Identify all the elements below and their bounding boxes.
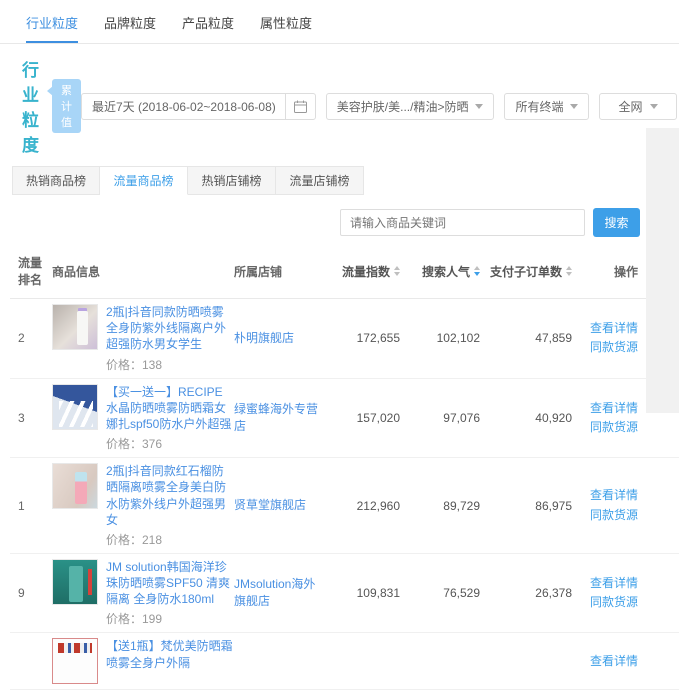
table-row: 2 2瓶|抖音同款防晒喷雾全身防紫外线隔离户外超强防水男女学生 价格：138 朴… (10, 299, 679, 379)
search-popularity-value: 102,102 (400, 331, 480, 345)
terminal-dropdown-label: 所有终端 (515, 98, 563, 115)
view-details-link[interactable]: 查看详情 (572, 319, 638, 338)
nav-item-brand[interactable]: 品牌粒度 (104, 13, 156, 43)
paid-suborders-value: 47,859 (480, 331, 572, 345)
date-range-label: 最近7天 (2018-06-02~2018-06-08) (92, 98, 276, 115)
product-cell: 2瓶|抖音同款防晒喷雾全身防紫外线隔离户外超强防水男女学生 价格：138 (52, 304, 234, 373)
product-thumbnail[interactable] (52, 463, 98, 509)
rank-cell: 1 (10, 499, 52, 513)
terminal-dropdown[interactable]: 所有终端 (504, 93, 589, 120)
table-row: 【送1瓶】梵优美防晒霜喷雾全身户外隔 查看详情 (10, 633, 679, 690)
tab-hot-products[interactable]: 热销商品榜 (12, 166, 100, 195)
date-range-picker[interactable]: 最近7天 (2018-06-02~2018-06-08) (81, 93, 316, 120)
network-dropdown-label: 全网 (618, 98, 642, 115)
ranking-tabs: 热销商品榜 流量商品榜 热销店铺榜 流量店铺榜 (0, 166, 679, 195)
view-details-link[interactable]: 查看详情 (572, 574, 638, 593)
traffic-index-value: 172,655 (326, 331, 400, 345)
nav-item-industry[interactable]: 行业粒度 (26, 13, 78, 43)
search-button[interactable]: 搜索 (593, 208, 640, 237)
col-header-search-popularity[interactable]: 搜索人气 (400, 263, 480, 280)
chevron-down-icon (475, 104, 483, 109)
search-popularity-value: 89,729 (400, 499, 480, 513)
category-dropdown[interactable]: 美容护肤/美.../精油>防晒 (326, 93, 495, 120)
nav-item-product[interactable]: 产品粒度 (182, 13, 234, 43)
product-title-link[interactable]: 2瓶|抖音同款红石榴防晒隔离喷雾全身美白防水防紫外线户外超强男女 (106, 463, 234, 528)
same-source-link[interactable]: 同款货源 (572, 506, 638, 525)
chevron-down-icon (650, 104, 658, 109)
top-nav: 行业粒度 品牌粒度 产品粒度 属性粒度 (0, 0, 679, 44)
shop-link[interactable]: 朴明旗舰店 (234, 330, 294, 347)
product-price: 价格：218 (106, 531, 234, 548)
product-title-link[interactable]: 【送1瓶】梵优美防晒霜喷雾全身户外隔 (106, 638, 234, 670)
tab-hot-shops[interactable]: 热销店铺榜 (188, 166, 276, 195)
product-price: 价格：138 (106, 356, 234, 373)
view-details-link[interactable]: 查看详情 (572, 652, 638, 671)
page-background-strip (646, 128, 679, 413)
shop-link[interactable]: 绿蜜蜂海外专营店 (234, 401, 322, 435)
product-title-link[interactable]: 【买一送一】RECIPE水晶防晒喷雾防晒霜女娜扎spf50防水户外超强 (106, 384, 234, 433)
product-cell: 2瓶|抖音同款红石榴防晒隔离喷雾全身美白防水防紫外线户外超强男女 价格：218 (52, 463, 234, 548)
search-row: 搜索 (0, 195, 679, 248)
category-dropdown-label: 美容护肤/美.../精油>防晒 (337, 98, 469, 115)
search-popularity-value: 76,529 (400, 586, 480, 600)
traffic-product-table: 流量排名 商品信息 所属店铺 流量指数 搜索人气 支付子订单数 操作 2 2瓶|… (0, 248, 679, 690)
rank-cell: 9 (10, 586, 52, 600)
product-price: 价格：199 (106, 610, 234, 627)
table-header-row: 流量排名 商品信息 所属店铺 流量指数 搜索人气 支付子订单数 操作 (10, 248, 679, 299)
product-thumbnail[interactable] (52, 304, 98, 350)
search-input[interactable] (340, 209, 585, 236)
same-source-link[interactable]: 同款货源 (572, 338, 638, 357)
col-header-orders-label: 支付子订单数 (490, 263, 562, 280)
product-thumbnail[interactable] (52, 559, 98, 605)
table-row: 1 2瓶|抖音同款红石榴防晒隔离喷雾全身美白防水防紫外线户外超强男女 价格：21… (10, 458, 679, 554)
product-thumbnail[interactable] (52, 638, 98, 684)
col-header-search-label: 搜索人气 (422, 263, 470, 280)
cumulative-badge: 累计值 (52, 79, 81, 133)
same-source-link[interactable]: 同款货源 (572, 593, 638, 612)
col-header-product: 商品信息 (52, 263, 234, 280)
shop-link[interactable]: JMsolution海外旗舰店 (234, 576, 322, 610)
col-header-actions: 操作 (572, 263, 642, 280)
view-details-link[interactable]: 查看详情 (572, 399, 638, 418)
product-price: 价格：376 (106, 435, 234, 452)
view-details-link[interactable]: 查看详情 (572, 486, 638, 505)
nav-item-attribute[interactable]: 属性粒度 (260, 13, 312, 43)
tab-traffic-shops[interactable]: 流量店铺榜 (276, 166, 364, 195)
calendar-icon[interactable] (285, 93, 315, 120)
table-row: 3 【买一送一】RECIPE水晶防晒喷雾防晒霜女娜扎spf50防水户外超强 价格… (10, 379, 679, 459)
col-header-traffic-index[interactable]: 流量指数 (326, 263, 400, 280)
col-header-rank: 流量排名 (10, 254, 52, 288)
product-cell: 【送1瓶】梵优美防晒霜喷雾全身户外隔 (52, 638, 234, 684)
header-row: 行业粒度 累计值 最近7天 (2018-06-02~2018-06-08) 美容… (0, 44, 679, 166)
network-dropdown[interactable]: 全网 (599, 93, 676, 120)
same-source-link[interactable]: 同款货源 (572, 418, 638, 437)
shop-link[interactable]: 贤草堂旗舰店 (234, 497, 306, 514)
col-header-shop: 所属店铺 (234, 263, 326, 280)
tab-traffic-products[interactable]: 流量商品榜 (100, 166, 188, 195)
traffic-index-value: 109,831 (326, 586, 400, 600)
product-cell: JM solution韩国海洋珍珠防晒喷雾SPF50 清爽隔离 全身防水180m… (52, 559, 234, 628)
filter-bar: 最近7天 (2018-06-02~2018-06-08) 美容护肤/美.../精… (81, 93, 677, 120)
product-title-link[interactable]: JM solution韩国海洋珍珠防晒喷雾SPF50 清爽隔离 全身防水180m… (106, 559, 234, 608)
col-header-traffic-label: 流量指数 (342, 263, 390, 280)
col-header-paid-suborders[interactable]: 支付子订单数 (480, 263, 572, 280)
traffic-index-value: 212,960 (326, 499, 400, 513)
product-title-link[interactable]: 2瓶|抖音同款防晒喷雾全身防紫外线隔离户外超强防水男女学生 (106, 304, 234, 353)
page-title: 行业粒度 (22, 56, 40, 156)
product-cell: 【买一送一】RECIPE水晶防晒喷雾防晒霜女娜扎spf50防水户外超强 价格：3… (52, 384, 234, 453)
paid-suborders-value: 26,378 (480, 586, 572, 600)
product-thumbnail[interactable] (52, 384, 98, 430)
table-row: 9 JM solution韩国海洋珍珠防晒喷雾SPF50 清爽隔离 全身防水18… (10, 554, 679, 634)
paid-suborders-value: 86,975 (480, 499, 572, 513)
chevron-down-icon (570, 104, 578, 109)
rank-cell: 2 (10, 331, 52, 345)
